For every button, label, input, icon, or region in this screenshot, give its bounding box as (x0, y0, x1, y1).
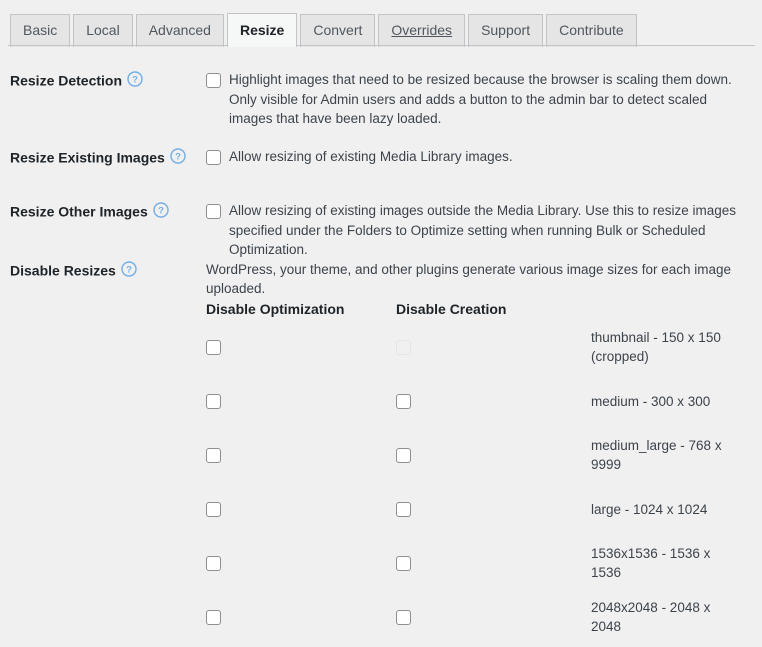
image-sizes-table: Disable Optimization Disable Creation th… (206, 298, 756, 644)
disable-creation-checkbox[interactable] (396, 555, 411, 571)
resize-other-images-description: Allow resizing of existing images outsid… (229, 203, 736, 257)
image-sizes-table-header: Disable Optimization Disable Creation (206, 298, 756, 320)
resize-detection-description: Highlight images that need to be resized… (229, 72, 732, 126)
image-sizes-rows: thumbnail - 150 x 150 (cropped) medium - … (206, 320, 756, 644)
tab-overrides[interactable]: Overrides (378, 14, 466, 47)
label-disable-resizes: Disable Resizes? (10, 260, 195, 279)
cell-size-name: thumbnail - 150 x 150 (cropped) (591, 328, 756, 366)
resize-existing-images-description: Allow resizing of existing Media Library… (229, 149, 513, 164)
disable-creation-checkbox[interactable] (396, 393, 411, 409)
cell-size-name: 1536x1536 - 1536 x 1536 (591, 544, 756, 582)
help-circle-icon[interactable]: ? (170, 148, 186, 164)
disable-optimization-checkbox[interactable] (206, 501, 221, 517)
tab-contribute[interactable]: Contribute (546, 14, 637, 47)
help-circle-icon[interactable]: ? (121, 261, 137, 277)
tab-basic[interactable]: Basic (10, 14, 71, 47)
resize-existing-images-description-block: Allow resizing of existing Media Library… (206, 147, 752, 167)
resize-existing-images-checkbox[interactable] (206, 150, 221, 165)
disable-creation-checkbox (396, 339, 411, 355)
disable-creation-checkbox[interactable] (396, 609, 411, 625)
cell-disable-optimization (206, 393, 396, 409)
help-circle-icon[interactable]: ? (127, 71, 143, 87)
image-size-row: large - 1024 x 1024 (206, 482, 756, 536)
resize-other-images-description-block: Allow resizing of existing images outsid… (206, 201, 752, 260)
help-circle-icon[interactable]: ? (153, 202, 169, 218)
image-size-name: large - 1024 x 1024 (591, 501, 708, 517)
disable-creation-checkbox[interactable] (396, 447, 411, 463)
svg-text:?: ? (175, 152, 181, 163)
image-size-row: medium - 300 x 300 (206, 374, 756, 428)
label-resize-detection: Resize Detection? (10, 70, 195, 89)
body-resize-detection: Highlight images that need to be resized… (206, 70, 752, 129)
tab-support[interactable]: Support (468, 14, 544, 47)
cell-disable-creation (396, 447, 591, 463)
image-size-name: medium_large - 768 x 9999 (591, 438, 722, 472)
body-resize-other-images: Allow resizing of existing images outsid… (206, 201, 752, 260)
disable-optimization-checkbox[interactable] (206, 447, 221, 463)
column-header-disable-optimization: Disable Optimization (206, 301, 345, 317)
disable-resizes-description: WordPress, your theme, and other plugins… (206, 262, 732, 296)
image-size-name: 1536x1536 - 1536 x 1536 (591, 546, 711, 580)
cell-size-name: medium_large - 768 x 9999 (591, 436, 756, 474)
label-resize-detection-text: Resize Detection (10, 72, 123, 89)
cell-disable-optimization (206, 339, 396, 355)
cell-disable-optimization (206, 447, 396, 463)
tab-resize[interactable]: Resize (226, 13, 298, 47)
image-size-row: 1536x1536 - 1536 x 1536 (206, 536, 756, 590)
svg-text:?: ? (158, 206, 164, 217)
image-size-row: medium_large - 768 x 9999 (206, 428, 756, 482)
disable-optimization-checkbox[interactable] (206, 555, 221, 571)
svg-text:?: ? (132, 75, 138, 86)
tab-convert[interactable]: Convert (300, 14, 376, 47)
label-resize-other-images-text: Resize Other Images (10, 203, 148, 220)
image-size-name: 2048x2048 - 2048 x 2048 (591, 600, 711, 634)
resize-settings-form: Resize Detection? Highlight images that … (0, 46, 762, 647)
label-disable-resizes-text: Disable Resizes (10, 262, 116, 279)
resize-detection-description-block: Highlight images that need to be resized… (206, 70, 752, 129)
disable-optimization-checkbox[interactable] (206, 609, 221, 625)
svg-text:?: ? (126, 265, 132, 276)
settings-tab-bar: Basic Local Advanced Resize Convert Overrides… (0, 13, 762, 47)
resize-other-images-checkbox[interactable] (206, 204, 221, 219)
label-resize-other-images: Resize Other Images? (10, 201, 195, 220)
label-resize-existing-images-text: Resize Existing Images (10, 149, 165, 166)
image-size-name: thumbnail - 150 x 150 (cropped) (591, 330, 721, 364)
cell-disable-creation (396, 393, 591, 409)
cell-disable-creation (396, 609, 591, 625)
cell-size-name: 2048x2048 - 2048 x 2048 (591, 598, 756, 636)
cell-size-name: medium - 300 x 300 (591, 392, 756, 411)
cell-disable-optimization (206, 555, 396, 571)
body-disable-resizes: WordPress, your theme, and other plugins… (206, 260, 752, 298)
body-resize-existing-images: Allow resizing of existing Media Library… (206, 147, 752, 167)
cell-disable-optimization (206, 501, 396, 517)
cell-disable-creation (396, 501, 591, 517)
tab-list: Basic Local Advanced Resize Convert Overrides… (10, 13, 637, 47)
cell-disable-creation (396, 339, 591, 355)
cell-size-name: large - 1024 x 1024 (591, 500, 756, 519)
tab-advanced[interactable]: Advanced (135, 14, 224, 47)
image-size-name: medium - 300 x 300 (591, 393, 711, 409)
column-header-disable-creation: Disable Creation (396, 301, 507, 317)
tab-local[interactable]: Local (73, 14, 133, 47)
cell-disable-creation (396, 555, 591, 571)
resize-detection-checkbox[interactable] (206, 73, 221, 88)
image-size-row: 2048x2048 - 2048 x 2048 (206, 590, 756, 644)
disable-optimization-checkbox[interactable] (206, 393, 221, 409)
disable-creation-checkbox[interactable] (396, 501, 411, 517)
image-size-row: thumbnail - 150 x 150 (cropped) (206, 320, 756, 374)
label-resize-existing-images: Resize Existing Images? (10, 147, 195, 166)
disable-optimization-checkbox[interactable] (206, 339, 221, 355)
cell-disable-optimization (206, 609, 396, 625)
